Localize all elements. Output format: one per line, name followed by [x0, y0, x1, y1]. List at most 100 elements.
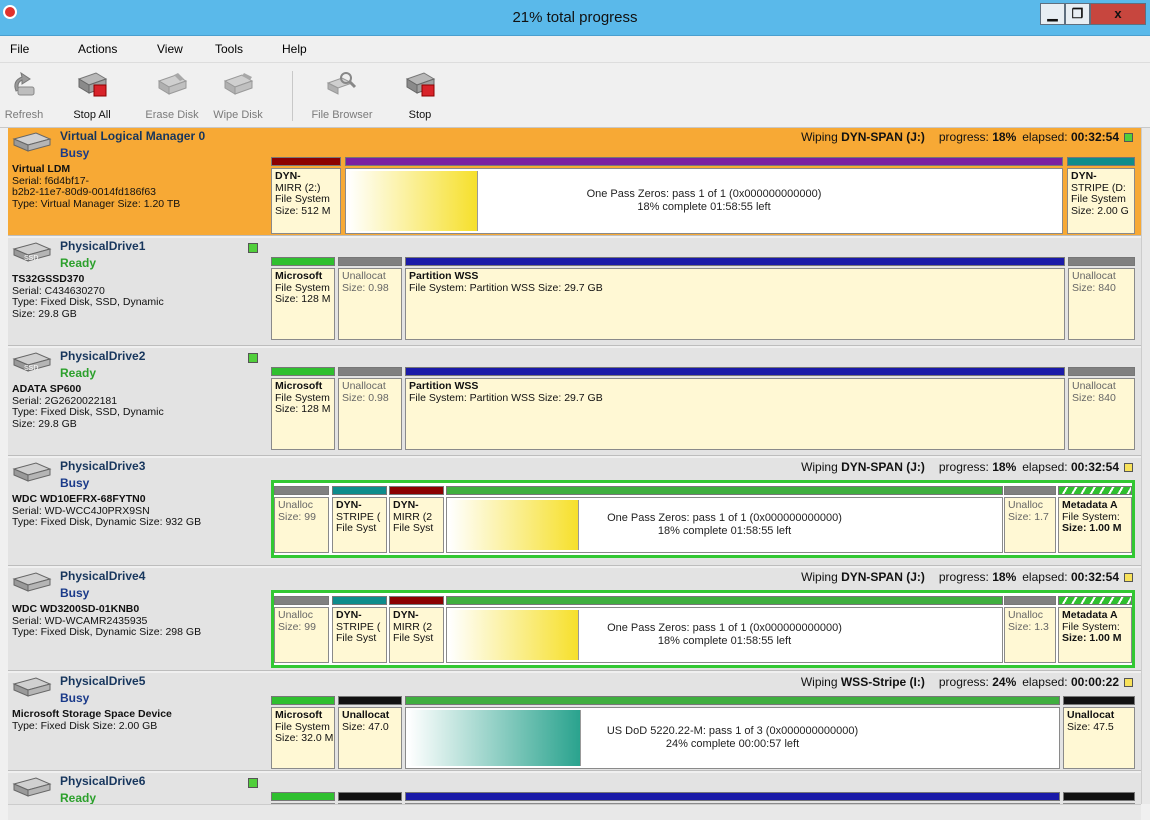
refresh-button[interactable]: Refresh — [2, 67, 46, 125]
partition-box[interactable]: Partition WSS File System: Partition WSS … — [405, 268, 1065, 340]
partition-box[interactable]: Unallocat Size: 0.98 — [338, 378, 402, 450]
partition-box[interactable]: Unallocat Size: 840 — [1068, 268, 1135, 340]
drive-info-panel[interactable]: PhysicalDrive5 Busy Microsoft Storage Spac… — [8, 673, 270, 770]
drive-list[interactable]: Virtual Logical Manager 0 Busy Virtual LDM… — [8, 128, 1141, 804]
partition[interactable]: Partition WSS File System: Partition WSS … — [405, 364, 1065, 452]
menu-actions[interactable]: Actions — [78, 42, 117, 56]
partition-box[interactable]: Microsoft File System Size: 32.0 M — [271, 707, 335, 769]
partition[interactable]: DYN- MIRR (2:) File System Size: 512 M — [271, 154, 341, 236]
partition[interactable]: Microsoft File System Size: 32.0 M — [271, 693, 335, 771]
partition-box[interactable]: Unalloc Size: 1.7 — [1004, 497, 1056, 553]
drive-row[interactable]: PhysicalDrive4 Busy WDC WD3200SD-01KNB0 Ser… — [8, 568, 1141, 671]
partition-box[interactable]: Unallocat Size: 840 — [1068, 378, 1135, 450]
partition-box[interactable]: One Pass Zeros: pass 1 of 1 (0x000000000… — [446, 497, 1003, 553]
partition-box[interactable]: Microsoft File System Size: 128 M — [271, 378, 335, 450]
partition-map[interactable]: DYN- MIRR (2:) File System Size: 512 M One P… — [271, 154, 1135, 236]
partition-box[interactable]: Metadata A File System: Size: 1.00 M — [1058, 497, 1132, 553]
partition-box[interactable]: Microsoft File System Size: 128 M — [271, 268, 335, 340]
drive-row[interactable]: PhysicalDrive5 Busy Microsoft Storage Spac… — [8, 673, 1141, 771]
partition-box[interactable]: DYN- STRIPE (File Syst — [332, 497, 387, 553]
partition-box[interactable]: DYN- STRIPE (D: File System Size: 2.00 G — [1067, 168, 1135, 234]
stop-all-icon — [77, 72, 108, 97]
partition-map[interactable]: MicrosoftUnallocatWSS-Mirr (H:)Unallocat — [271, 789, 1135, 804]
drive-detail-line: Type: Fixed Disk, Dynamic Size: 932 GB — [12, 516, 202, 528]
partition[interactable]: DYN- STRIPE (File Syst — [332, 483, 387, 555]
minimize-button[interactable]: ▁ — [1040, 3, 1065, 25]
drive-info-panel[interactable]: SSD PhysicalDrive1 Ready TS32GSSD370 Serial:… — [8, 238, 270, 345]
drive-row[interactable]: SSD PhysicalDrive1 Ready TS32GSSD370 Serial:… — [8, 238, 1141, 346]
partition-box[interactable]: Unalloc Size: 1.3 — [1004, 607, 1056, 663]
partition[interactable]: Metadata A File System: Size: 1.00 M — [1058, 483, 1132, 555]
maximize-button[interactable]: ❐ — [1065, 3, 1090, 25]
file-browser-button[interactable]: File Browser — [300, 67, 384, 125]
partition[interactable]: WSS-Mirr (H:) — [405, 789, 1060, 804]
partition[interactable]: Microsoft — [271, 789, 335, 804]
partition[interactable]: Unallocat Size: 840 — [1068, 364, 1135, 452]
partition-box[interactable]: DYN- MIRR (2 File Syst — [389, 497, 444, 553]
partition[interactable]: DYN- STRIPE (File Syst — [332, 593, 387, 665]
drive-row[interactable]: Virtual Logical Manager 0 Busy Virtual LDM… — [8, 128, 1141, 236]
partition-map[interactable]: Microsoft File System Size: 32.0 M Unalloca… — [271, 693, 1135, 771]
partition-label: DYN- — [1071, 170, 1097, 182]
partition[interactable]: Unallocat Size: 840 — [1068, 254, 1135, 342]
erase-disk-button[interactable]: Erase Disk — [138, 67, 206, 125]
stop-button[interactable]: Stop — [396, 67, 444, 125]
partition-box[interactable]: DYN- STRIPE (File Syst — [332, 607, 387, 663]
menu-view[interactable]: View — [157, 42, 183, 56]
wiping-partition[interactable]: One Pass Zeros: pass 1 of 1 (0x000000000… — [446, 593, 1003, 665]
partition[interactable]: Unalloc Size: 99 — [274, 483, 329, 555]
partition[interactable]: DYN- MIRR (2 File Syst — [389, 483, 444, 555]
partition[interactable]: Partition WSS File System: Partition WSS … — [405, 254, 1065, 342]
partition[interactable]: Unallocat Size: 47.0 — [338, 693, 402, 771]
drive-info-panel[interactable]: PhysicalDrive3 Busy WDC WD10EFRX-68FYTN0 Se… — [8, 458, 270, 565]
drive-info-panel[interactable]: Virtual Logical Manager 0 Busy Virtual LDM… — [8, 128, 270, 235]
partition-box[interactable]: Unallocat Size: 47.5 — [1063, 707, 1135, 769]
partition-box[interactable]: DYN- MIRR (2:) File System Size: 512 M — [271, 168, 341, 234]
menu-file[interactable]: File — [10, 42, 29, 56]
menu-help[interactable]: Help — [282, 42, 307, 56]
partition[interactable]: Unalloc Size: 99 — [274, 593, 329, 665]
wiping-partition[interactable]: One Pass Zeros: pass 1 of 1 (0x000000000… — [446, 483, 1003, 555]
partition-map[interactable]: Microsoft File System Size: 128 M Unallocat… — [271, 364, 1135, 452]
drive-info-panel[interactable]: PhysicalDrive4 Busy WDC WD3200SD-01KNB0 Ser… — [8, 568, 270, 670]
partition[interactable]: Unallocat Size: 0.98 — [338, 364, 402, 452]
drive-row[interactable]: SSD PhysicalDrive2 Ready ADATA SP600 Serial:… — [8, 348, 1141, 456]
partition-box[interactable]: Unallocat Size: 47.0 — [338, 707, 402, 769]
partition-box[interactable]: Partition WSS File System: Partition WSS … — [405, 378, 1065, 450]
partition-box[interactable]: Metadata A File System: Size: 1.00 M — [1058, 607, 1132, 663]
partition[interactable]: Unallocat — [338, 789, 402, 804]
partition-box[interactable]: Unalloc Size: 99 — [274, 607, 329, 663]
wiping-partition[interactable]: US DoD 5220.22-M: pass 1 of 3 (0x0000000… — [405, 693, 1060, 771]
menu-tools[interactable]: Tools — [215, 42, 243, 56]
partition-box[interactable]: DYN- MIRR (2 File Syst — [389, 607, 444, 663]
partition[interactable]: Unalloc Size: 1.7 — [1004, 483, 1056, 555]
partition[interactable]: DYN- STRIPE (D: File System Size: 2.00 G — [1067, 154, 1135, 236]
drive-info-panel[interactable]: PhysicalDrive6 Ready — [8, 773, 270, 804]
partition-box[interactable]: One Pass Zeros: pass 1 of 1 (0x000000000… — [446, 607, 1003, 663]
drive-row[interactable]: PhysicalDrive6ReadyMicrosoftUnallocatWSS… — [8, 773, 1141, 804]
vertical-scrollbar[interactable] — [1141, 128, 1150, 804]
partition-box[interactable]: One Pass Zeros: pass 1 of 1 (0x000000000… — [345, 168, 1063, 234]
wipe-progress-line: One Pass Zeros: pass 1 of 1 (0x000000000… — [607, 512, 842, 524]
partition-box[interactable]: Unallocat Size: 0.98 — [338, 268, 402, 340]
close-button[interactable]: x — [1090, 3, 1146, 25]
partition[interactable]: Unalloc Size: 1.3 — [1004, 593, 1056, 665]
partition-map[interactable]: Microsoft File System Size: 128 M Unallocat… — [271, 254, 1135, 342]
partition[interactable]: Unallocat — [1063, 789, 1135, 804]
partition-box[interactable]: Unalloc Size: 99 — [274, 497, 329, 553]
partition[interactable]: Unallocat Size: 0.98 — [338, 254, 402, 342]
partition[interactable]: DYN- MIRR (2 File Syst — [389, 593, 444, 665]
drive-row[interactable]: PhysicalDrive3 Busy WDC WD10EFRX-68FYTN0 Se… — [8, 458, 1141, 566]
partition[interactable]: Microsoft File System Size: 128 M — [271, 254, 335, 342]
stop-all-button[interactable]: Stop All — [46, 67, 138, 125]
partition[interactable]: Microsoft File System Size: 128 M — [271, 364, 335, 452]
partition[interactable]: Unallocat Size: 47.5 — [1063, 693, 1135, 771]
partition[interactable]: Metadata A File System: Size: 1.00 M — [1058, 593, 1132, 665]
drive-info-panel[interactable]: SSD PhysicalDrive2 Ready ADATA SP600 Serial:… — [8, 348, 270, 455]
partition-map[interactable]: Unalloc Size: 99 DYN- STRIPE (File Syst DYN-… — [271, 590, 1135, 668]
wipe-disk-button[interactable]: Wipe Disk — [206, 67, 270, 125]
partition-box[interactable]: US DoD 5220.22-M: pass 1 of 3 (0x0000000… — [405, 707, 1060, 769]
partition-map[interactable]: Unalloc Size: 99 DYN- STRIPE (File Syst DYN-… — [271, 480, 1135, 558]
horizontal-scrollbar[interactable] — [8, 804, 1141, 820]
wiping-partition[interactable]: One Pass Zeros: pass 1 of 1 (0x000000000… — [345, 154, 1063, 236]
